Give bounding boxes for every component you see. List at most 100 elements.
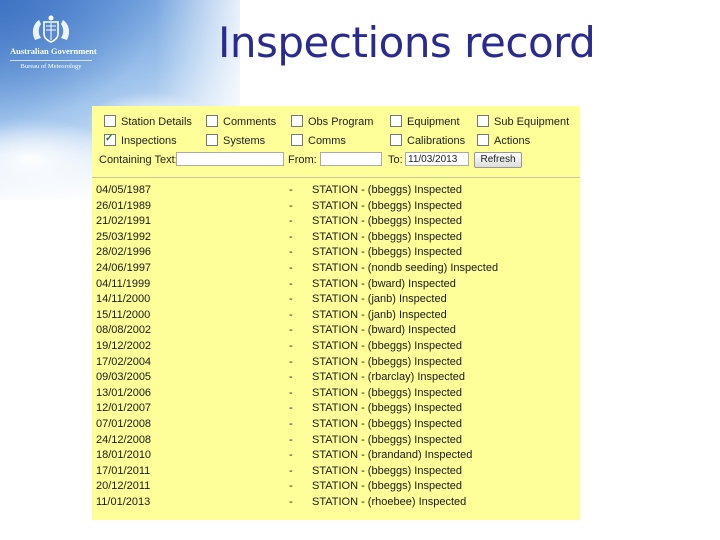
record-row: 15/11/2000 - STATION - (janb) Inspected [92, 309, 580, 325]
from-date-label: From: [288, 154, 317, 166]
record-separator: - [289, 402, 293, 415]
checkbox-label: Sub Equipment [494, 116, 570, 128]
record-separator: - [289, 261, 293, 274]
record-date: 19/12/2002 [96, 339, 152, 352]
record-date: 26/01/1989 [96, 199, 152, 212]
record-date: 07/01/2008 [96, 417, 152, 430]
record-row: 11/01/2013 - STATION - (rhoebee) Inspected [92, 496, 580, 512]
record-date: 13/01/2006 [96, 386, 152, 399]
record-row: 26/01/1989 - STATION - (bbeggs) Inspected [92, 200, 580, 216]
filter-checkbox-systems[interactable]: Systems [206, 134, 265, 148]
record-date: 09/03/2005 [96, 371, 152, 384]
page-title: Inspections record [218, 18, 596, 67]
record-description: STATION - (bbeggs) Inspected [312, 184, 462, 196]
record-separator: - [289, 293, 293, 306]
filter-checkbox-actions[interactable]: Actions [477, 134, 530, 148]
record-date: 14/11/2000 [96, 293, 151, 306]
checkbox-box[interactable] [477, 115, 489, 127]
checkbox-box[interactable] [291, 134, 303, 146]
containing-text-input[interactable] [176, 152, 284, 166]
record-separator: - [289, 339, 293, 352]
filter-checkbox-inspections[interactable]: Inspections [104, 132, 177, 148]
record-description: STATION - (rbarclay) Inspected [312, 371, 466, 384]
checkbox-box[interactable] [206, 134, 218, 146]
record-separator: - [289, 480, 293, 493]
record-row: 24/06/1997 - STATION - (nondb seeding) Ins… [92, 262, 580, 278]
record-description: STATION - (bward) Inspected [312, 324, 456, 337]
filter-checkbox-obs-program[interactable]: Obs Program [291, 115, 373, 129]
record-date: 04/11/1999 [96, 277, 151, 290]
record-row: 04/11/1999 - STATION - (bward) Inspected [92, 278, 580, 294]
record-description: STATION - (bbeggs) Inspected [312, 480, 462, 493]
record-separator: - [289, 230, 293, 243]
record-separator: - [289, 433, 293, 446]
containing-text-label: Containing Text: [99, 154, 178, 166]
coat-of-arms-icon [32, 15, 70, 43]
checkbox-label: Systems [223, 135, 266, 147]
record-separator: - [289, 464, 293, 477]
checkbox-label: Comments [223, 116, 277, 128]
record-row: 19/12/2002 - STATION - (bbeggs) Inspected [92, 340, 580, 356]
to-date-input[interactable]: 11/03/2013 [405, 152, 469, 166]
record-row: 07/01/2008 - STATION - (bbeggs) Inspected [92, 418, 580, 434]
record-row: 17/01/2011 - STATION - (bbeggs) Inspected [92, 465, 580, 481]
filter-checkbox-equipment[interactable]: Equipment [390, 115, 460, 129]
record-separator: - [289, 199, 293, 212]
record-description: STATION - (bbeggs) Inspected [312, 339, 462, 352]
record-description: STATION - (bbeggs) Inspected [312, 199, 462, 212]
record-separator: - [289, 417, 293, 430]
record-row: 13/01/2006 - STATION - (bbeggs) Inspected [92, 387, 580, 403]
checkbox-label: Inspections [121, 135, 177, 147]
checkbox-label: Obs Program [308, 116, 374, 128]
checkbox-label: Calibrations [407, 135, 466, 147]
filter-checkbox-comms[interactable]: Comms [291, 134, 346, 148]
filter-checkbox-station-details[interactable]: Station Details [104, 115, 192, 129]
record-separator: - [289, 386, 293, 399]
record-row: 14/11/2000 - STATION - (janb) Inspected [92, 293, 580, 309]
checkbox-box[interactable] [390, 134, 402, 146]
inspection-records-panel: Station Details Comments Obs Program Equ… [92, 106, 580, 520]
record-separator: - [289, 184, 293, 196]
filter-divider [92, 177, 580, 178]
record-separator: - [289, 308, 293, 321]
record-row: 04/05/1987 - STATION - (bbeggs) Inspected [92, 184, 580, 200]
checkbox-label: Comms [308, 135, 346, 147]
record-row: 18/01/2010 - STATION - (brandand) Inspecte… [92, 449, 580, 465]
record-description: STATION - (bbeggs) Inspected [312, 402, 462, 415]
record-row: 28/02/1996 - STATION - (bbeggs) Inspected [92, 246, 580, 262]
record-separator: - [289, 215, 293, 228]
record-row: 20/12/2011 - STATION - (bbeggs) Inspected [92, 480, 580, 496]
record-separator: - [289, 277, 293, 290]
inspection-records-list: 04/05/1987- STATION - (bbeggs) Inspected 2… [92, 184, 580, 511]
checkbox-box-checked[interactable] [104, 132, 116, 146]
record-date: 20/12/2011 [96, 480, 151, 493]
checkbox-box[interactable] [291, 115, 303, 127]
record-description: STATION - (bward) Inspected [312, 277, 456, 290]
checkbox-box[interactable] [104, 115, 116, 127]
record-row: 25/03/1992 - STATION - (bbeggs) Inspected [92, 231, 580, 247]
record-separator: - [289, 324, 293, 337]
record-description: STATION - (nondb seeding) Inspected [312, 261, 499, 274]
checkbox-box[interactable] [390, 115, 402, 127]
record-date: 08/08/2002 [96, 324, 152, 337]
record-date: 24/12/2008 [96, 433, 152, 446]
checkbox-label: Station Details [121, 116, 192, 128]
record-description: STATION - (bbeggs) Inspected [312, 433, 462, 446]
government-logo: Australian Government Bureau of Meteorol… [10, 14, 97, 70]
record-description: STATION - (bbeggs) Inspected [312, 417, 462, 430]
record-description: STATION - (bbeggs) Inspected [312, 355, 462, 368]
checkbox-box[interactable] [206, 115, 218, 127]
refresh-button[interactable]: Refresh [474, 152, 522, 168]
checkbox-box[interactable] [477, 134, 489, 146]
filter-checkbox-calibrations[interactable]: Calibrations [390, 134, 465, 148]
record-description: STATION - (janb) Inspected [312, 308, 447, 321]
record-description: STATION - (bbeggs) Inspected [312, 386, 462, 399]
filter-checkbox-sub-equipment[interactable]: Sub Equipment [477, 115, 569, 129]
record-separator: - [289, 355, 293, 368]
record-description: STATION - (brandand) Inspected [312, 449, 473, 462]
filter-bar: Station Details Comments Obs Program Equ… [92, 106, 580, 176]
filter-checkbox-comments[interactable]: Comments [206, 115, 276, 129]
from-date-input[interactable] [320, 152, 382, 166]
record-description: STATION - (janb) Inspected [312, 293, 447, 306]
record-row: 21/02/1991 - STATION - (bbeggs) Inspected [92, 215, 580, 231]
